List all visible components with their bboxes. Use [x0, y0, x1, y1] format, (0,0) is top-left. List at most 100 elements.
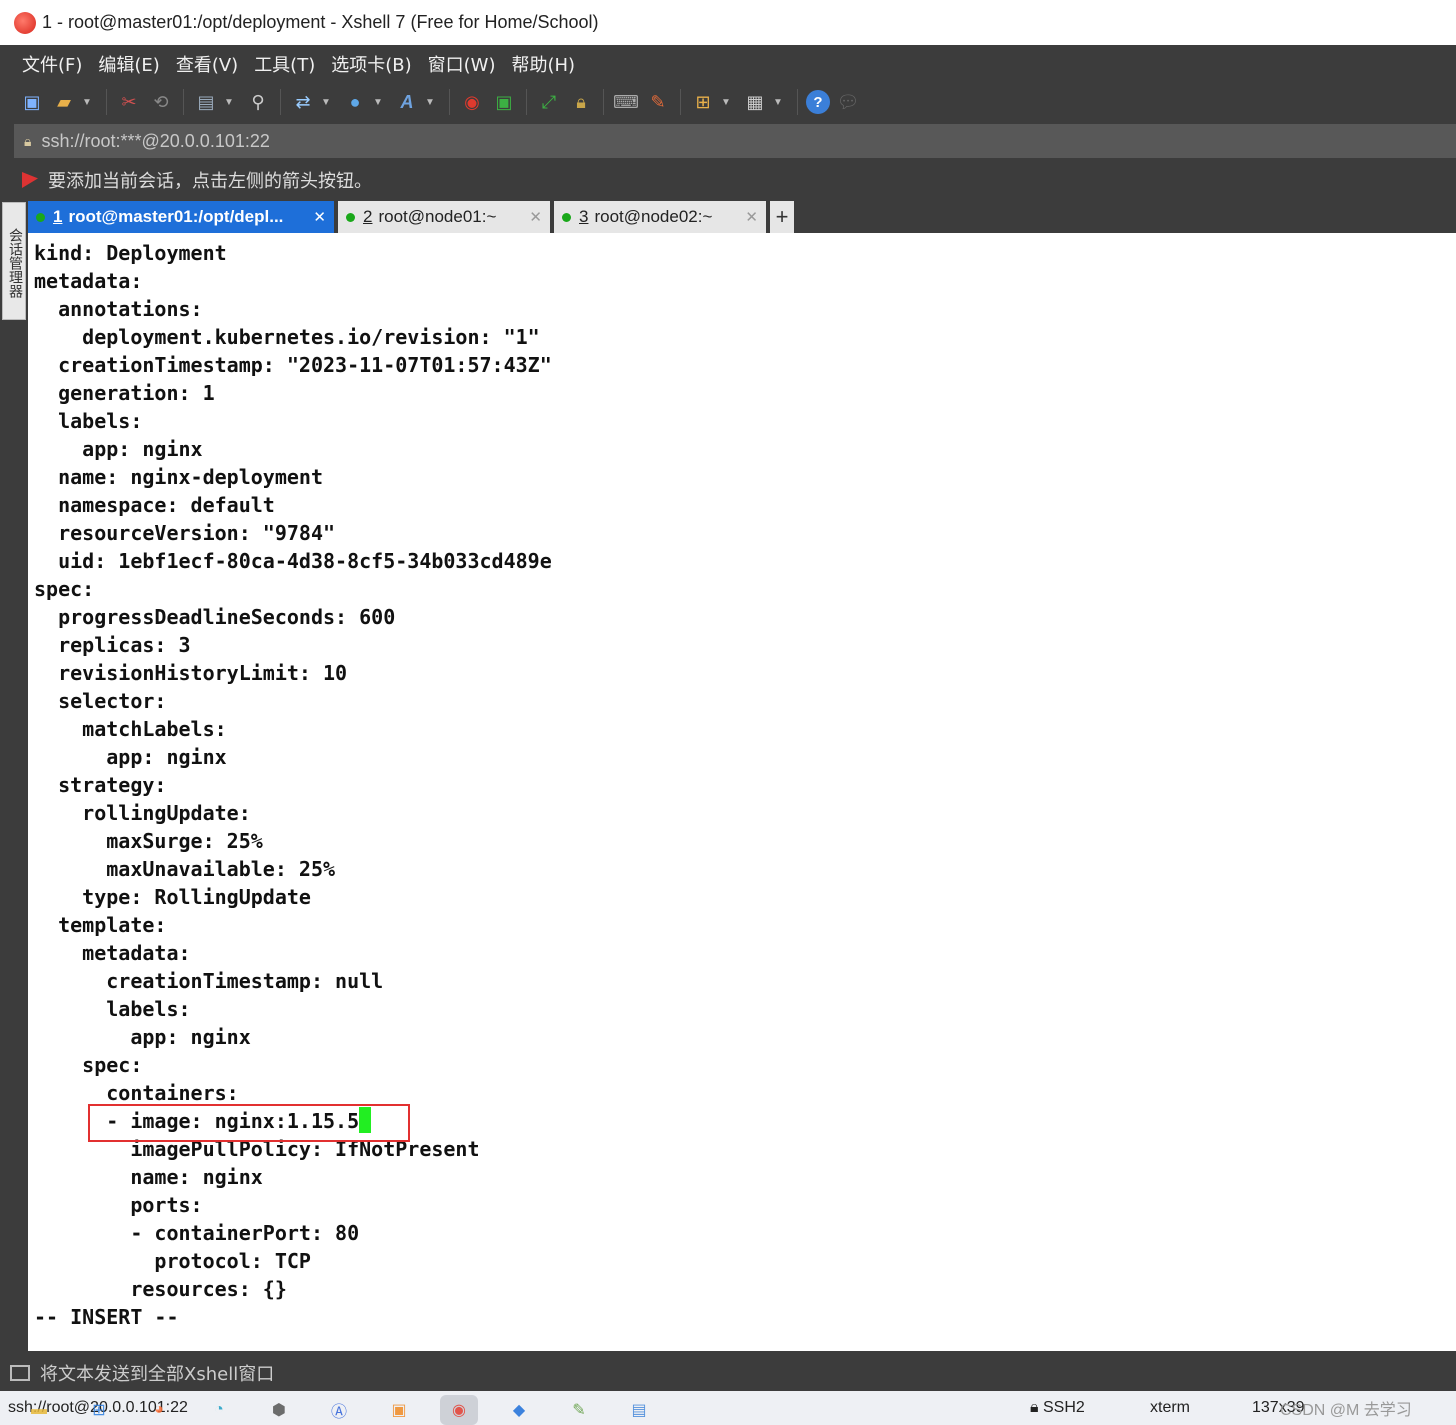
status-protocol-text: SSH2 — [1042, 1399, 1085, 1416]
search-icon[interactable]: ⚲ — [244, 88, 272, 116]
toolbar-divider — [680, 89, 681, 115]
terminal-line: - containerPort: 80 — [34, 1219, 1456, 1247]
feishu-icon[interactable]: ◆ — [500, 1395, 538, 1425]
add-session-arrow-icon[interactable] — [22, 172, 38, 188]
terminal-line-text: maxUnavailable: 25% — [34, 857, 336, 881]
terminal-line: containers: — [34, 1079, 1456, 1107]
address-bar[interactable]: 🔒︎ ssh://root:***@20.0.0.101:22 — [14, 124, 1456, 158]
terminal-line: metadata: — [34, 939, 1456, 967]
close-icon[interactable]: ✕ — [313, 208, 326, 226]
menu-view[interactable]: 查看(V) — [168, 51, 246, 77]
terminal-line: creationTimestamp: "2023-11-07T01:57:43Z… — [34, 351, 1456, 379]
fullscreen-icon[interactable]: ⤢ — [535, 88, 563, 116]
notepad-plus-icon[interactable]: ✎ — [560, 1395, 598, 1425]
chevron-down-icon[interactable]: ▼ — [425, 97, 435, 108]
menu-help[interactable]: 帮助(H) — [503, 51, 583, 77]
toolbar-divider — [449, 89, 450, 115]
file-explorer-icon[interactable]: ▬ — [20, 1395, 58, 1425]
editor-icon[interactable]: Ⓐ — [320, 1395, 358, 1425]
layout-icon[interactable]: ▦ — [741, 88, 769, 116]
highlight-icon[interactable]: ✎ — [644, 88, 672, 116]
terminal-line: maxUnavailable: 25% — [34, 855, 1456, 883]
chevron-down-icon[interactable]: ▼ — [224, 97, 234, 108]
new-tab-icon[interactable]: ⊞ — [689, 88, 717, 116]
terminal-line: app: nginx — [34, 743, 1456, 771]
terminal-line-text: resources: {} — [34, 1277, 287, 1301]
close-icon[interactable]: ✕ — [745, 208, 758, 226]
image-highlight-annotation — [88, 1104, 410, 1142]
toolbar: ▣ ▰ ▼ ✂ ⟲ ▤ ▼ ⚲ ⇄ ▼ ● ▼ A ▼ ◉ ▣ ⤢ 🔒︎ ⌨ ✎… — [0, 83, 1456, 121]
help-icon[interactable]: ? — [806, 90, 830, 114]
status-bar: ssh://root@20.0.0.101:22 ▬ ⊞ ◕ ◔ ⬢ Ⓐ ▣ ◉… — [0, 1391, 1456, 1425]
status-protocol: 🔒︎ SSH2 — [1030, 1399, 1085, 1416]
menu-bar: 文件(F) 编辑(E) 查看(V) 工具(T) 选项卡(B) 窗口(W) 帮助(… — [0, 45, 1456, 83]
tab-number: 2 — [363, 207, 373, 226]
keyboard-icon[interactable]: ⌨ — [612, 88, 640, 116]
connected-status-icon — [36, 212, 45, 222]
edge-icon[interactable]: ◔ — [200, 1395, 238, 1425]
menu-tab[interactable]: 选项卡(B) — [323, 51, 419, 77]
lock-icon[interactable]: 🔒︎ — [567, 88, 595, 116]
menu-window[interactable]: 窗口(W) — [420, 51, 504, 77]
window-title: 1 - root@master01:/opt/deployment - Xshe… — [42, 12, 599, 32]
terminal-line: progressDeadlineSeconds: 600 — [34, 603, 1456, 631]
chevron-down-icon[interactable]: ▼ — [82, 97, 92, 108]
globe-icon[interactable]: ● — [341, 88, 369, 116]
firefox-icon[interactable]: ◕ — [140, 1395, 178, 1425]
tab-session-2[interactable]: 2 root@node01:~ ✕ — [338, 201, 550, 233]
menu-file[interactable]: 文件(F) — [14, 51, 90, 77]
new-session-icon[interactable]: ▣ — [18, 88, 46, 116]
terminal-line-text: protocol: TCP — [34, 1249, 311, 1273]
reconnect-icon[interactable]: ⟲ — [147, 88, 175, 116]
font-icon[interactable]: A — [393, 88, 421, 116]
xshell-taskbar-icon[interactable]: ◉ — [440, 1395, 478, 1425]
chevron-down-icon[interactable]: ▼ — [321, 97, 331, 108]
chevron-down-icon[interactable]: ▼ — [773, 97, 783, 108]
tab-session-1[interactable]: 1 root@master01:/opt/depl... ✕ — [28, 201, 334, 233]
connected-status-icon — [346, 212, 355, 222]
toolbar-divider — [280, 89, 281, 115]
chat-icon[interactable]: 💬︎ — [834, 88, 862, 116]
transfer-icon[interactable]: ⇄ — [289, 88, 317, 116]
terminal-line: namespace: default — [34, 491, 1456, 519]
send-to-all-bar[interactable]: 将文本发送到全部Xshell窗口 — [0, 1355, 1456, 1391]
toolbar-divider — [526, 89, 527, 115]
terminal-line-text: matchLabels: — [34, 717, 227, 741]
open-folder-icon[interactable]: ▰ — [50, 88, 78, 116]
menu-edit[interactable]: 编辑(E) — [90, 51, 167, 77]
terminal-line: name: nginx-deployment — [34, 463, 1456, 491]
xshell-icon[interactable]: ◉ — [458, 88, 486, 116]
disconnect-icon[interactable]: ✂ — [115, 88, 143, 116]
xftp-icon[interactable]: ▣ — [490, 88, 518, 116]
connected-status-icon — [562, 212, 571, 222]
vm-icon[interactable]: ⬢ — [260, 1395, 298, 1425]
terminal-output[interactable]: kind: Deployment metadata: annotations: d… — [28, 233, 1456, 1351]
add-tab-icon[interactable]: + — [770, 201, 794, 233]
notepad-icon[interactable]: ▤ — [620, 1395, 658, 1425]
terminal-line-text: name: nginx — [34, 1165, 263, 1189]
chevron-down-icon[interactable]: ▼ — [721, 97, 731, 108]
tab-session-3[interactable]: 3 root@node02:~ ✕ — [554, 201, 766, 233]
terminal-line-text: creationTimestamp: "2023-11-07T01:57:43Z… — [34, 353, 552, 377]
tab-label: root@node01:~ — [378, 207, 497, 226]
vmware-icon[interactable]: ▣ — [380, 1395, 418, 1425]
tab-number: 3 — [579, 207, 589, 226]
close-icon[interactable]: ✕ — [529, 208, 542, 226]
lock-icon: 🔒︎ — [24, 132, 32, 149]
menu-tools[interactable]: 工具(T) — [246, 51, 323, 77]
window-titlebar: 1 - root@master01:/opt/deployment - Xshe… — [0, 0, 1456, 45]
properties-icon[interactable]: ▤ — [192, 88, 220, 116]
windows-start-icon[interactable]: ⊞ — [80, 1395, 118, 1425]
terminal-line-text: metadata: — [34, 941, 191, 965]
terminal-line: generation: 1 — [34, 379, 1456, 407]
terminal-line: protocol: TCP — [34, 1247, 1456, 1275]
watermark: CSDN @M 去学习 — [1280, 1402, 1412, 1419]
send-to-all-label: 将文本发送到全部Xshell窗口 — [40, 1364, 275, 1385]
chevron-down-icon[interactable]: ▼ — [373, 97, 383, 108]
terminal-line-text: maxSurge: 25% — [34, 829, 263, 853]
terminal-line-text: replicas: 3 — [34, 633, 191, 657]
session-manager-tab[interactable]: 会话管理器 — [2, 202, 26, 320]
terminal-line-text: containers: — [34, 1081, 239, 1105]
terminal-line: spec: — [34, 1051, 1456, 1079]
toolbar-divider — [797, 89, 798, 115]
